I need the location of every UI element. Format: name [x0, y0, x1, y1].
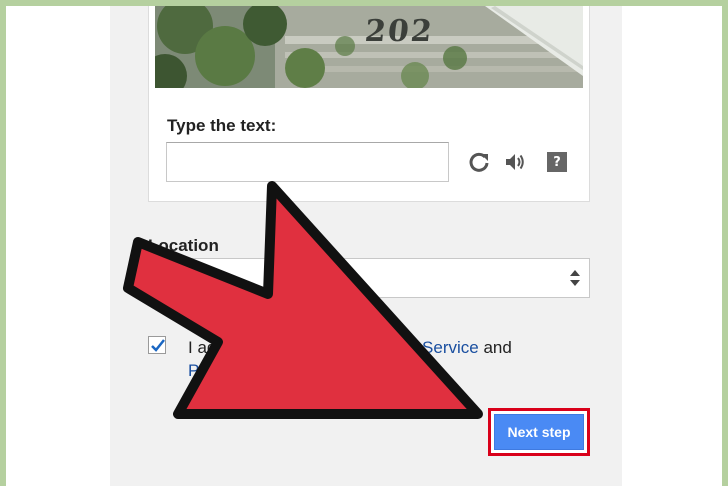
checkmark-icon [151, 339, 165, 352]
refresh-icon[interactable] [467, 150, 491, 174]
next-step-button[interactable]: Next step [494, 414, 584, 450]
terms-checkbox[interactable] [148, 336, 166, 354]
signup-form-panel: 202 Type the text: ? Location I agree to… [110, 6, 622, 486]
captcha-number: 202 [363, 14, 436, 49]
terms-text-before: I agree to the Google [188, 338, 353, 357]
privacy-policy-link[interactable]: Privacy Policy [188, 361, 294, 380]
location-select[interactable] [148, 258, 590, 298]
captcha-prompt-label: Type the text: [167, 116, 277, 135]
screenshot-frame: 202 Type the text: ? Location I agree to… [6, 6, 722, 486]
terms-agreement-text: I agree to the Google Terms of Service a… [188, 336, 568, 382]
select-arrows-icon [570, 270, 580, 286]
captcha-input[interactable] [166, 142, 449, 182]
speaker-icon[interactable] [503, 150, 527, 174]
next-step-highlight: Next step [488, 408, 590, 456]
location-label: Location [148, 236, 219, 255]
captcha-box: 202 Type the text: ? [148, 6, 590, 202]
terms-of-service-link[interactable]: Terms of Service [352, 338, 479, 357]
terms-text-middle: and [478, 338, 512, 357]
help-icon[interactable]: ? [547, 152, 567, 172]
captcha-image: 202 [155, 6, 583, 88]
